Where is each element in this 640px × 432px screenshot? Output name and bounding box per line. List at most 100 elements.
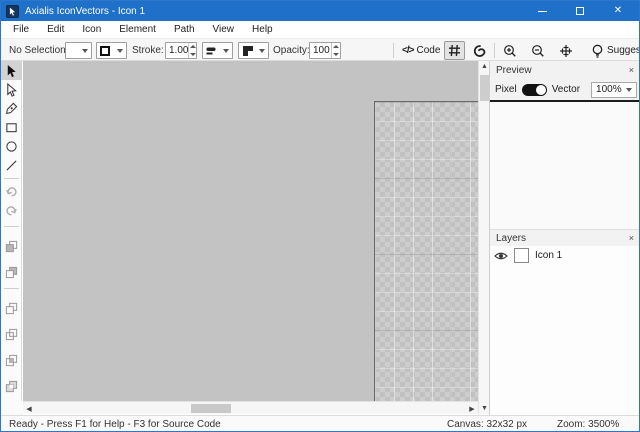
tool-select[interactable] [1, 61, 22, 80]
stroke-label: Stroke: [132, 45, 164, 56]
minimize-icon [538, 11, 547, 12]
scroll-right-arrow[interactable]: ▶ [466, 402, 478, 415]
horizontal-scroll-thumb[interactable] [191, 404, 231, 413]
layers-panel-title: Layers [496, 233, 526, 244]
opacity-value: 100 [310, 43, 331, 58]
fill-swatch [69, 45, 80, 56]
scrollbar-corner [1, 401, 23, 414]
palette-separator [4, 178, 19, 179]
layer-name: Icon 1 [535, 250, 562, 261]
tool-direct-select[interactable] [1, 80, 22, 99]
canvas-area[interactable] [23, 61, 478, 401]
arrow-down-icon [333, 53, 339, 56]
zoom-out-button[interactable] [528, 41, 548, 60]
close-button[interactable]: ✕ [603, 1, 633, 21]
union-button[interactable] [1, 299, 22, 318]
minimize-button[interactable] [527, 1, 557, 21]
scroll-left-arrow[interactable]: ◀ [23, 402, 35, 415]
spin-up-button[interactable] [332, 43, 340, 51]
stroke-style-icon [206, 45, 218, 57]
exclude-button[interactable] [1, 377, 22, 396]
preview-panel-header: Preview × [490, 61, 640, 79]
preview-close-button[interactable]: × [629, 65, 634, 75]
pixel-vector-toggle[interactable] [522, 84, 547, 96]
subtract-button[interactable] [1, 325, 22, 344]
preview-body [490, 102, 640, 229]
palette-separator [4, 226, 19, 227]
menu-edit[interactable]: Edit [38, 22, 73, 37]
opacity-spinner[interactable]: 100 [309, 42, 341, 59]
vertical-scrollbar[interactable]: ▲ ▼ [478, 61, 489, 414]
grid-icon [448, 44, 461, 57]
vector-label: Vector [552, 84, 580, 95]
maximize-icon [576, 7, 584, 15]
window-title: Axialis IconVectors - Icon 1 [25, 6, 145, 17]
menu-path[interactable]: Path [165, 22, 204, 37]
tool-line[interactable] [1, 156, 22, 175]
stroke-color-dropdown[interactable] [96, 42, 127, 59]
stroke-style-dropdown[interactable] [202, 42, 233, 59]
rotate-view-icon [472, 44, 486, 58]
code-icon: </> [402, 45, 413, 56]
menu-bar: File Edit Icon Element Path View Help [1, 21, 639, 38]
status-bar: Ready - Press F1 for Help - F3 for Sourc… [1, 415, 639, 432]
spin-down-button[interactable] [189, 51, 196, 59]
close-icon: ✕ [614, 6, 622, 16]
artboard-checkerboard[interactable] [374, 101, 478, 401]
stroke-swatch [100, 46, 110, 56]
vertical-scroll-thumb[interactable] [480, 75, 489, 101]
arrow-down-icon [190, 53, 196, 56]
toolbar-separator [393, 43, 394, 58]
toolbar: No Selection Stroke: 1.00 [1, 38, 639, 61]
layer-thumbnail [514, 248, 529, 263]
preview-zoom-dropdown[interactable]: 100% [591, 82, 637, 98]
spin-down-button[interactable] [332, 51, 340, 59]
stroke-width-spinner[interactable]: 1.00 [165, 42, 197, 59]
chevron-down-icon [223, 49, 229, 53]
menu-icon[interactable]: Icon [73, 22, 110, 37]
horizontal-scrollbar[interactable]: ◀ ▶ [23, 401, 478, 414]
layers-body [490, 265, 640, 415]
corner-join-icon [242, 45, 254, 57]
zoom-fit-button[interactable] [556, 41, 576, 60]
tool-pen[interactable] [1, 99, 22, 118]
menu-help[interactable]: Help [243, 22, 282, 37]
menu-file[interactable]: File [4, 22, 38, 37]
layers-close-button[interactable]: × [629, 233, 634, 243]
right-panel: Preview × Pixel Vector 100% Layers × [489, 61, 640, 415]
zoom-out-icon [531, 44, 545, 58]
suggest-button[interactable]: Suggest [589, 41, 640, 60]
visibility-eye-icon[interactable] [494, 251, 508, 261]
corner-join-dropdown[interactable] [238, 42, 269, 59]
maximize-button[interactable] [565, 1, 595, 21]
chevron-down-icon [626, 88, 632, 92]
stroke-width-value: 1.00 [166, 43, 188, 58]
send-backward-button[interactable] [1, 263, 22, 282]
app-window: Axialis IconVectors - Icon 1 ✕ File Edit… [0, 0, 640, 432]
pixel-label: Pixel [495, 84, 517, 95]
layer-row[interactable]: Icon 1 [490, 246, 640, 265]
zoom-in-icon [503, 44, 517, 58]
app-icon [6, 5, 19, 18]
intersect-button[interactable] [1, 351, 22, 370]
fill-color-dropdown[interactable] [65, 42, 92, 59]
code-label: Code [416, 45, 440, 56]
spin-up-button[interactable] [189, 43, 196, 51]
opacity-label: Opacity: [273, 45, 310, 56]
lightbulb-icon [591, 44, 604, 58]
code-button[interactable]: </> Code [400, 41, 442, 60]
menu-element[interactable]: Element [110, 22, 165, 37]
bring-forward-button[interactable] [1, 237, 22, 256]
status-message: Ready - Press F1 for Help - F3 for Sourc… [9, 419, 221, 430]
palette-separator [4, 288, 19, 289]
tool-ellipse[interactable] [1, 137, 22, 156]
spinner-buttons [188, 43, 196, 58]
grid-toggle-button[interactable] [444, 41, 465, 60]
menu-view[interactable]: View [204, 22, 244, 37]
tool-rectangle[interactable] [1, 118, 22, 137]
zoom-in-button[interactable] [500, 41, 520, 60]
undo-button[interactable] [1, 182, 22, 201]
redo-button[interactable] [1, 201, 22, 220]
zoom-fit-icon [559, 44, 573, 58]
rotate-view-button[interactable] [468, 41, 489, 60]
